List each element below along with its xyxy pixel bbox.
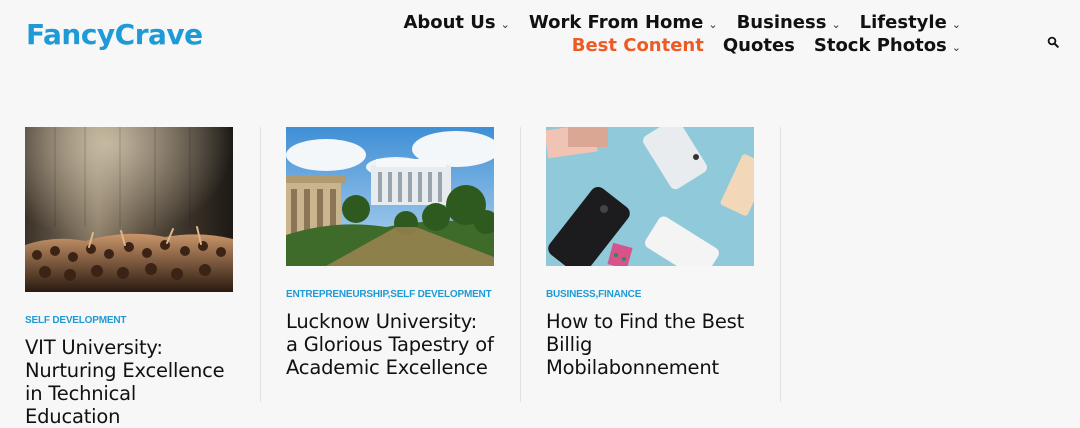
post-card: ENTREPRENEURSHIP,SELF DEVELOPMENT Luckno… <box>286 127 494 379</box>
main-navigation: About Us ⌄ Work From Home ⌄ Business ⌄ Life… <box>285 12 961 56</box>
category-link[interactable]: ENTREPRENEURSHIP <box>286 289 388 300</box>
post-title[interactable]: How to Find the Best Billig Mobilabonnem… <box>546 310 754 379</box>
chevron-down-icon: ⌄ <box>708 18 718 31</box>
post-thumbnail[interactable] <box>546 127 754 271</box>
nav-about-us[interactable]: About Us ⌄ <box>403 12 509 33</box>
post-title[interactable]: Lucknow University: a Glorious Tapestry … <box>286 310 494 379</box>
site-logo[interactable]: FancyCrave <box>26 18 203 51</box>
column-divider <box>780 127 781 402</box>
nav-work-from-home[interactable]: Work From Home ⌄ <box>529 12 718 33</box>
university-building-photo <box>286 127 494 266</box>
nav-quotes[interactable]: Quotes <box>723 35 795 56</box>
column-divider <box>520 127 521 402</box>
post-card: BUSINESS,FINANCE How to Find the Best Bi… <box>546 127 754 379</box>
chevron-down-icon: ⌄ <box>951 41 961 54</box>
category-link[interactable]: SELF DEVELOPMENT <box>390 289 491 300</box>
post-thumbnail[interactable] <box>25 127 233 297</box>
chevron-down-icon: ⌄ <box>831 18 841 31</box>
post-thumbnail[interactable] <box>286 127 494 271</box>
nav-quotes-label: Quotes <box>722 35 795 56</box>
chevron-down-icon: ⌄ <box>500 18 510 31</box>
post-categories: ENTREPRENEURSHIP,SELF DEVELOPMENT <box>286 289 494 300</box>
nav-best-content-label: Best Content <box>571 35 704 56</box>
post-card: SELF DEVELOPMENT VIT University: Nurturi… <box>25 127 233 428</box>
post-categories: BUSINESS,FINANCE <box>546 289 754 300</box>
nav-stock-photos[interactable]: Stock Photos ⌄ <box>814 35 961 56</box>
search-icon[interactable] <box>1047 35 1059 48</box>
nav-business[interactable]: Business ⌄ <box>737 12 841 33</box>
category-link[interactable]: FINANCE <box>598 289 641 300</box>
nav-stock-photos-label: Stock Photos <box>813 35 947 56</box>
category-link[interactable]: BUSINESS <box>546 289 596 300</box>
nav-best-content[interactable]: Best Content <box>572 35 704 56</box>
post-title[interactable]: VIT University: Nurturing Excellence in … <box>25 336 233 428</box>
concert-crowd-photo <box>25 127 233 292</box>
column-divider <box>260 127 261 402</box>
nav-about-us-label: About Us <box>403 12 496 33</box>
nav-lifestyle[interactable]: Lifestyle ⌄ <box>860 12 961 33</box>
chevron-down-icon: ⌄ <box>951 18 961 31</box>
smartphones-on-table-photo <box>546 127 754 271</box>
post-categories: SELF DEVELOPMENT <box>25 315 233 326</box>
nav-work-from-home-label: Work From Home <box>528 12 704 33</box>
nav-lifestyle-label: Lifestyle <box>859 12 947 33</box>
nav-business-label: Business <box>736 12 827 33</box>
category-link[interactable]: SELF DEVELOPMENT <box>25 315 126 326</box>
